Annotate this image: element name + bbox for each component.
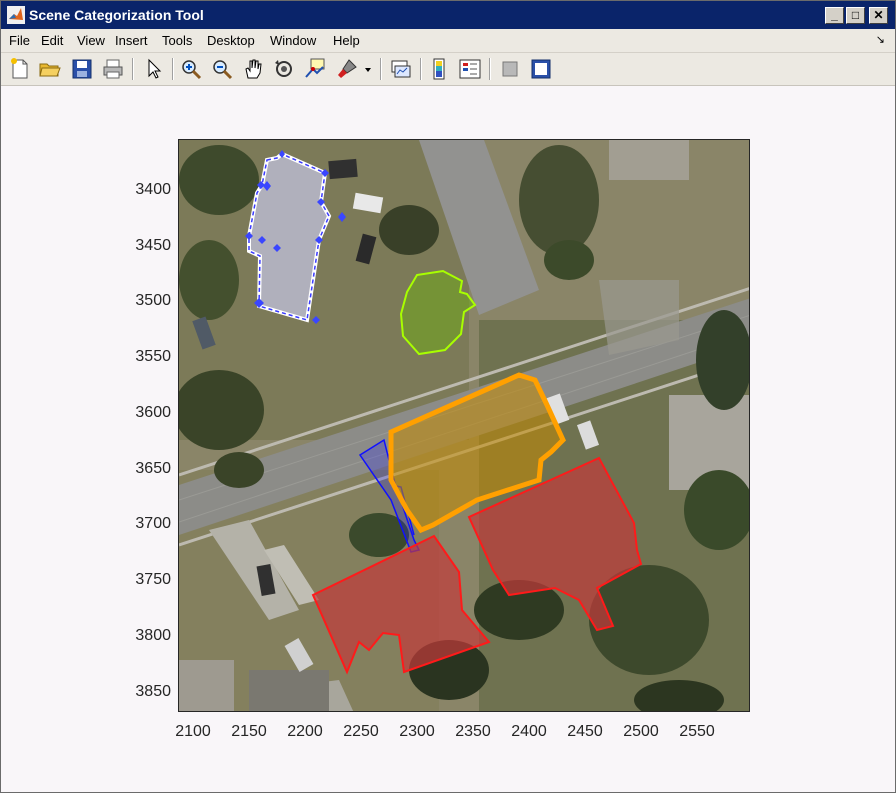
toolbar-separator [489,58,491,80]
matlab-logo-icon [7,6,25,24]
y-tick-label: 3400 [135,181,171,198]
menu-help[interactable]: Help [333,33,360,48]
print-icon[interactable] [101,57,125,81]
open-file-icon[interactable] [38,57,62,81]
y-tick-label: 3650 [135,460,171,477]
brush-dropdown-icon[interactable] [361,57,375,81]
close-button[interactable]: ✕ [869,7,888,24]
zoom-out-icon[interactable] [210,57,234,81]
insert-colorbar-icon[interactable] [427,57,451,81]
y-tick-label: 3700 [135,515,171,532]
x-tick-label: 2250 [343,723,379,740]
zoom-in-icon[interactable] [179,57,203,81]
x-tick-label: 2150 [231,723,267,740]
new-figure-icon[interactable] [8,57,32,81]
x-tick-label: 2550 [679,723,715,740]
y-tick-label: 3750 [135,571,171,588]
y-tick-label: 3550 [135,348,171,365]
y-tick-label: 3850 [135,683,171,700]
toolbar-separator [172,58,174,80]
insert-legend-icon[interactable] [458,57,482,81]
figure-toolbar [1,53,895,86]
y-tick-label: 3800 [135,627,171,644]
x-tick-label: 2200 [287,723,323,740]
select-arrow-icon[interactable] [141,57,165,81]
y-tick-label: 3450 [135,237,171,254]
menu-view[interactable]: View [77,33,105,48]
toolbar-separator [380,58,382,80]
menu-file[interactable]: File [9,33,30,48]
link-plot-icon[interactable] [389,57,413,81]
rotate-3d-icon[interactable] [272,57,296,81]
figure-window: Scene Categorization Tool _ □ ✕ File Edi… [0,0,896,793]
image-axes[interactable] [178,139,750,712]
x-tick-label: 2300 [399,723,435,740]
show-plot-tools-icon[interactable] [529,57,553,81]
menu-insert[interactable]: Insert [115,33,148,48]
title-bar: Scene Categorization Tool _ □ ✕ [1,1,895,29]
menu-edit[interactable]: Edit [41,33,63,48]
menu-tools[interactable]: Tools [162,33,192,48]
toolbar-separator [132,58,134,80]
window-title: Scene Categorization Tool [29,7,204,23]
menu-window[interactable]: Window [270,33,316,48]
menu-bar: File Edit View Insert Tools Desktop Wind… [1,29,895,53]
data-cursor-icon[interactable] [303,57,327,81]
x-tick-label: 2500 [623,723,659,740]
x-tick-label: 2400 [511,723,547,740]
y-tick-label: 3500 [135,292,171,309]
toolbar-separator [420,58,422,80]
brush-icon[interactable] [335,57,359,81]
save-icon[interactable] [70,57,94,81]
maximize-button[interactable]: □ [846,7,865,24]
x-tick-label: 2100 [175,723,211,740]
menu-desktop[interactable]: Desktop [207,33,255,48]
y-tick-label: 3600 [135,404,171,421]
aerial-image [179,140,749,711]
pan-hand-icon[interactable] [241,57,265,81]
minimize-button[interactable]: _ [825,7,844,24]
menu-dock-arrow-icon[interactable]: ↘ [876,33,885,46]
x-tick-label: 2350 [455,723,491,740]
x-tick-label: 2450 [567,723,603,740]
hide-plot-tools-icon[interactable] [498,57,522,81]
